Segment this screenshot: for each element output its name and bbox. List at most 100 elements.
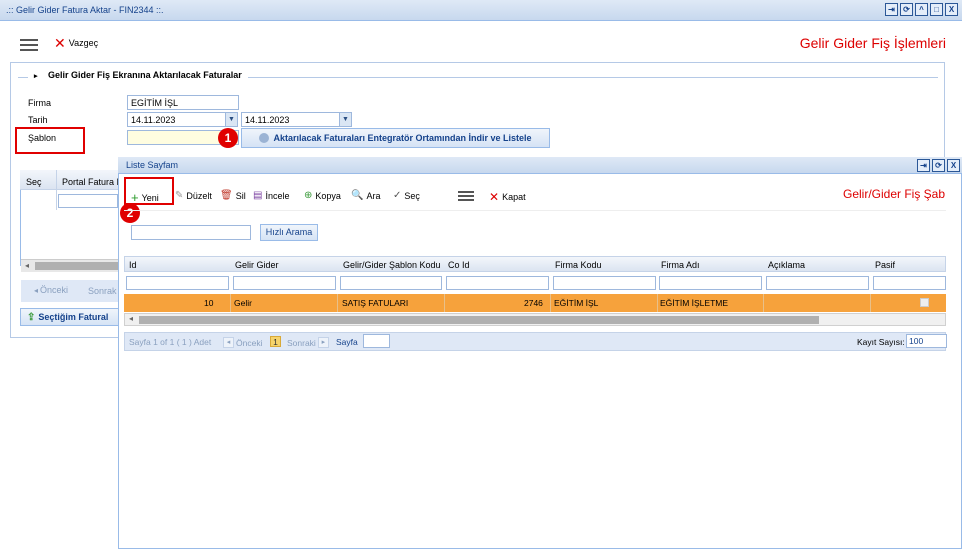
dialog-pin-icon[interactable]: ⇥ [917,159,930,172]
grid-col-portal: Portal Fatura I [62,177,120,187]
edit-label: Düzelt [186,190,212,201]
pager-next-label: Sonraki [287,337,316,348]
grid-hscroll[interactable]: ◂ [21,259,119,272]
list-invoices-button[interactable]: Aktarılacak Faturaları Entegratör Ortamı… [241,128,550,148]
pin-icon[interactable]: ⇥ [885,3,898,16]
dialog-controls: ⇥ ⟳ X [917,159,960,172]
dialog-refresh-icon[interactable]: ⟳ [932,159,945,172]
search-icon: 🔍 [351,190,364,201]
col-aciklama[interactable]: Açıklama [768,260,805,270]
filter-firma-kodu[interactable] [553,276,656,290]
pager-page-input[interactable] [363,334,390,348]
col-sablon-kodu[interactable]: Gelir/Gider Şablon Kodu [343,260,441,270]
edit-button[interactable]: ✎ Düzelt [175,190,212,201]
window-title: .:: Gelir Gider Fatura Aktar - FIN2344 :… [6,5,164,15]
search-button[interactable]: 🔍 Ara [351,190,380,201]
step-2-badge: 2 [120,203,140,223]
check-icon: ✓ [393,190,402,201]
pager-count-label: Kayıt Sayısı: [857,337,905,347]
cell-sablon-kodu: SATIŞ FATULARI [342,298,409,308]
cancel-button[interactable]: ✕ Vazgeç [54,36,98,50]
pager-info: Sayfa 1 of 1 ( 1 ) Adet [129,337,212,347]
tarih-end-dropdown-icon[interactable]: ▼ [339,112,352,127]
pager-page-num: 1 [270,336,281,347]
expand-arrow-icon: ▸ [34,73,38,80]
dialog-menu-icon[interactable] [458,190,474,202]
upload-icon: ⇪ [27,311,36,323]
trash-icon: 🗑 [220,190,233,201]
pager-count-field[interactable]: 100 [906,334,947,348]
refresh-icon[interactable]: ⟳ [900,3,913,16]
filter-id[interactable] [126,276,229,290]
prev-button[interactable]: ◂ Önceki [34,285,68,295]
select-label: Seç [404,190,420,201]
col-firma-adi[interactable]: Firma Adı [661,260,700,270]
search-label: Ara [366,190,381,201]
page-title: Gelir Gider Fiş İşlemleri [799,35,946,51]
tarih-start-dropdown-icon[interactable]: ▼ [225,112,238,127]
col-gelir-gider[interactable]: Gelir Gider [235,260,279,270]
grid-filter-row [124,273,946,293]
pasif-checkbox[interactable] [920,298,929,307]
dialog-pager: Sayfa 1 of 1 ( 1 ) Adet ◂ Önceki 1 Sonra… [124,332,947,351]
quick-search-input[interactable] [131,225,251,240]
cancel-x-icon: ✕ [54,35,66,51]
window-controls: ⇥ ⟳ ^ □ X [885,3,958,16]
filter-pasif[interactable] [873,276,946,290]
grid-col-sec: Seç [26,177,42,187]
col-id[interactable]: Id [129,260,137,270]
fieldset-legend[interactable]: ▸ Gelir Gider Fiş Ekranına Aktarılacak F… [28,70,248,80]
filter-firma-adi[interactable] [659,276,762,290]
new-button[interactable]: + Yeni [131,190,159,205]
cancel-label: Vazgeç [68,38,99,48]
prev-arrow-icon: ◂ [34,285,39,295]
col-pasif[interactable]: Pasif [875,260,895,270]
filter-aciklama[interactable] [766,276,869,290]
maximize-icon[interactable]: □ [930,3,943,16]
filter-sablon-kodu[interactable] [340,276,442,290]
next-label[interactable]: Sonrak [88,286,117,296]
tarih-end-field[interactable]: 14.11.2023 [241,112,340,127]
prev-label: Önceki [40,285,69,295]
col-firma-kodu[interactable]: Firma Kodu [555,260,602,270]
firma-field[interactable]: EGİTİM İŞL [127,95,239,110]
filter-co-id[interactable] [446,276,549,290]
grid-filter-input[interactable] [58,194,118,208]
dialog-scroll-thumb[interactable] [139,316,819,324]
menu-icon[interactable] [0,36,40,52]
select-button[interactable]: ✓ Seç [393,190,420,201]
delete-button[interactable]: 🗑 Sil [220,190,246,201]
inspect-button[interactable]: ▤ İncele [253,190,289,201]
firma-label: Firma [28,98,51,108]
pager-next-icon: ▸ [317,337,329,348]
scroll-left-icon: ◂ [25,261,30,270]
quick-search-button[interactable]: Hızlı Arama [260,224,318,241]
copy-button[interactable]: ⊕ Kopya [304,190,341,201]
collapse-icon[interactable]: ^ [915,3,928,16]
legend-text: Gelir Gider Fiş Ekranına Aktarılacak Fat… [48,70,242,80]
window-titlebar: .:: Gelir Gider Fatura Aktar - FIN2344 :… [0,0,962,21]
close-label: Kapat [502,192,526,202]
tarih-start-field[interactable]: 14.11.2023 [127,112,226,127]
cell-gelir-gider: Gelir [234,298,252,308]
dialog-scroll-left-icon: ◂ [129,314,134,323]
dialog-close-icon[interactable]: X [947,159,960,172]
table-row[interactable]: 10 Gelir SATIŞ FATULARI 2746 EĞİTİM İŞL … [124,294,946,312]
selected-invoices-label: Seçtiğim Fatural [38,312,109,322]
selected-invoices-button[interactable]: ⇪ Seçtiğim Fatural [20,308,120,326]
grid-header: Id Gelir Gider Gelir/Gider Şablon Kodu C… [124,256,946,272]
pager-prev[interactable]: ◂ Önceki [223,337,262,348]
cell-id: 10 [204,298,214,308]
dialog-heading: Gelir/Gider Fiş Şab [843,187,946,201]
close-button[interactable]: ✕ Kapat [489,190,526,204]
dialog-title: Liste Sayfam [126,160,179,170]
pager-prev-icon: ◂ [223,337,234,348]
scroll-thumb[interactable] [35,262,119,270]
dialog-hscroll[interactable]: ◂ [124,313,946,326]
filter-gelir-gider[interactable] [233,276,336,290]
col-co-id[interactable]: Co Id [448,260,470,270]
close-icon[interactable]: X [945,3,958,16]
list-dialog [118,157,962,549]
grid-col-divider [56,170,57,210]
pager-next[interactable]: Sonraki ▸ [287,337,329,348]
